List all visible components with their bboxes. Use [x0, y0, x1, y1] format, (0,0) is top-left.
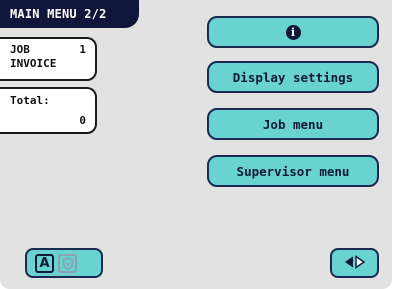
job-name: INVOICE	[10, 57, 57, 70]
left-right-arrows-button[interactable]	[330, 248, 379, 278]
job-label-block: JOB INVOICE	[10, 43, 56, 71]
page-title: MAIN MENU 2/2	[0, 0, 139, 28]
total-label: Total:	[10, 94, 50, 107]
operator-a-icon: A	[35, 254, 54, 273]
operator-mode-toggle[interactable]: A	[25, 248, 103, 278]
supervisor-menu-button[interactable]: Supervisor menu	[207, 155, 379, 187]
job-label: JOB	[10, 43, 30, 56]
shield-icon	[58, 254, 77, 273]
job-number: 1	[79, 43, 86, 56]
total-box: Total: 0	[0, 87, 97, 134]
display-settings-button[interactable]: Display settings	[207, 61, 379, 93]
left-right-arrows-icon	[344, 254, 366, 273]
info-button[interactable]: i	[207, 16, 379, 48]
info-icon: i	[285, 24, 301, 40]
total-value: 0	[79, 114, 86, 127]
job-info-box: JOB INVOICE 1	[0, 37, 97, 81]
job-menu-button[interactable]: Job menu	[207, 108, 379, 140]
screen: MAIN MENU 2/2 JOB INVOICE 1 Total: 0 i D…	[0, 0, 392, 289]
